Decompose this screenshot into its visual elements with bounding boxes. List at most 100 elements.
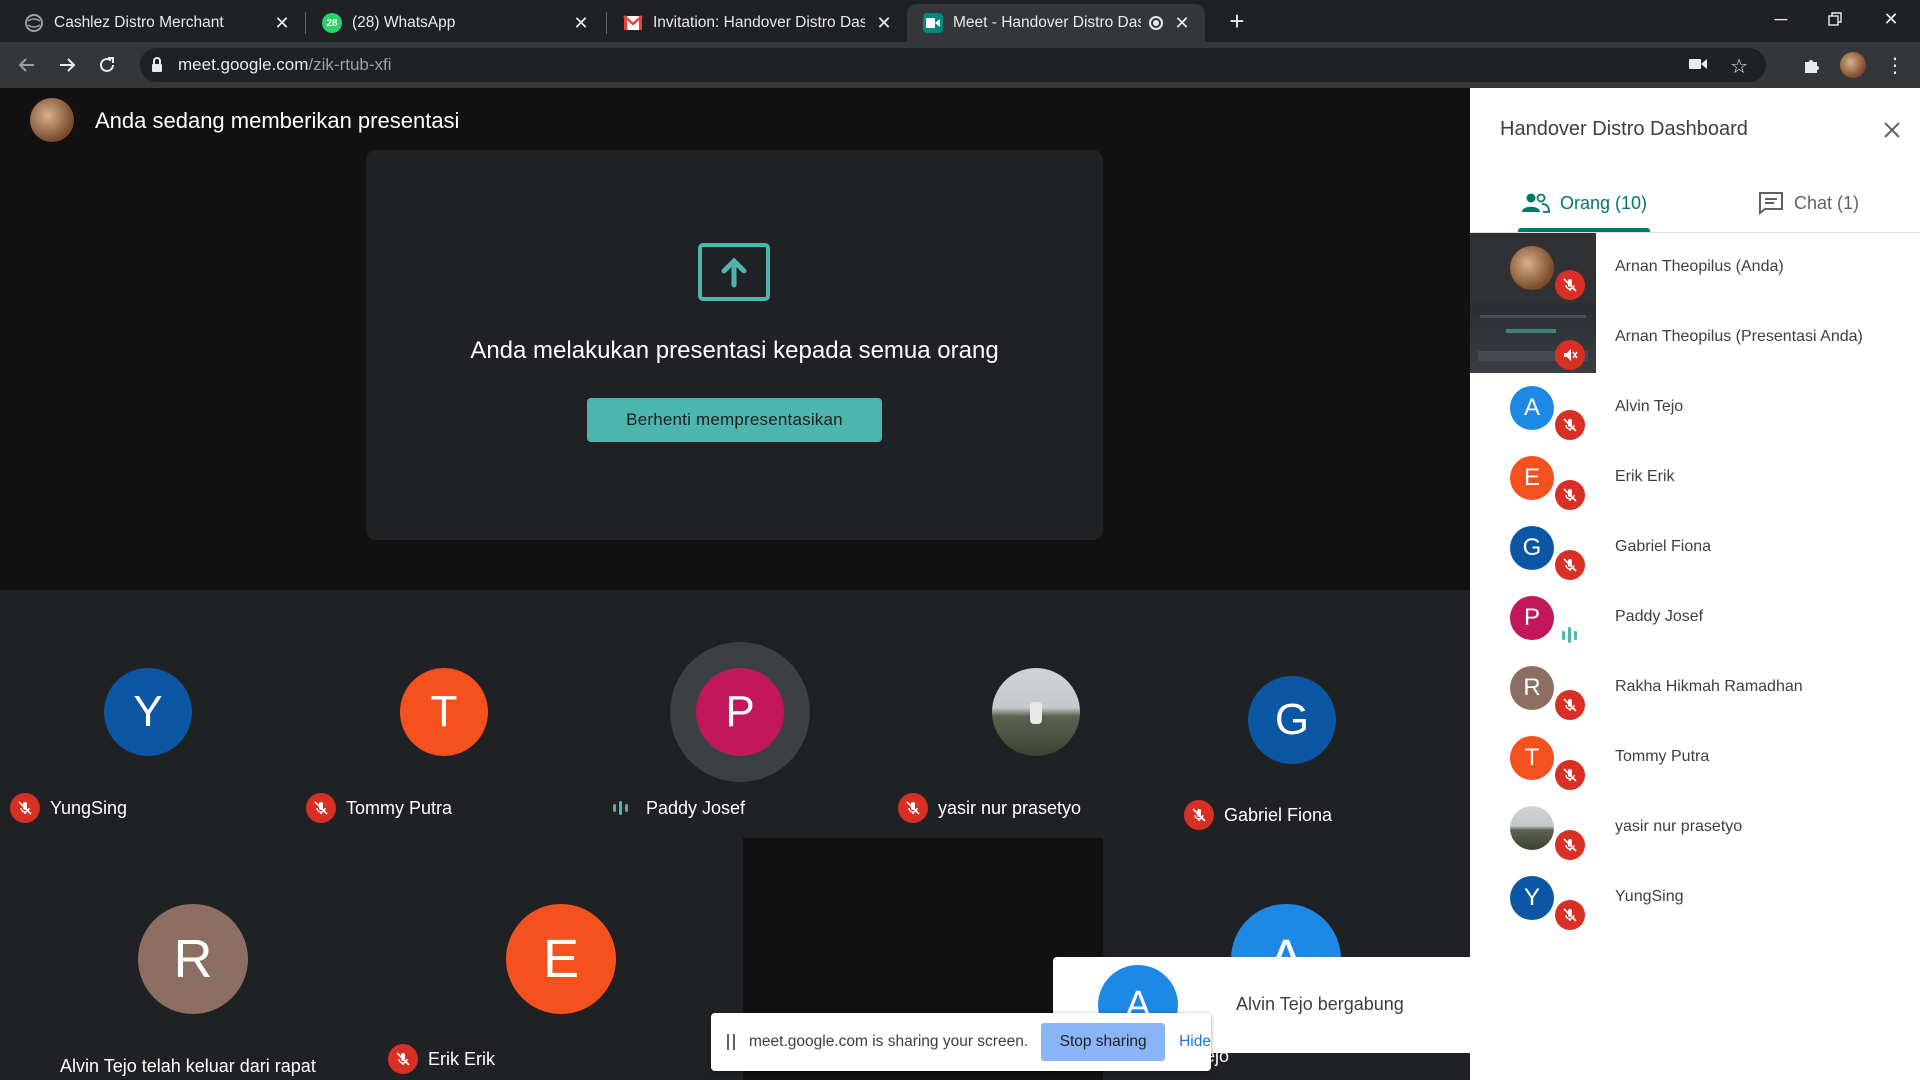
restore-icon[interactable] — [1806, 0, 1864, 38]
present-screen-icon — [698, 243, 770, 301]
forward-button[interactable] — [50, 48, 84, 82]
address-bar[interactable]: meet.google.com/zik-rtub-xfi ☆ — [140, 48, 1766, 82]
people-icon — [1520, 192, 1550, 214]
camera-icon[interactable] — [1688, 56, 1708, 77]
lock-icon — [150, 56, 164, 79]
participant-tile[interactable]: yasir nur prasetyo — [888, 590, 1184, 838]
tab-meet[interactable]: Meet - Handover Distro Dashb ✕ — [907, 4, 1205, 42]
tab-close-icon[interactable]: ✕ — [273, 13, 291, 34]
participant-avatar: G — [1248, 676, 1336, 764]
participant-avatar — [1510, 246, 1554, 290]
globe-icon — [24, 13, 44, 33]
presentation-card: Anda melakukan presentasi kepada semua o… — [366, 150, 1103, 540]
tab-chat[interactable]: Chat (1) — [1758, 178, 1859, 228]
participant-tile[interactable]: P Paddy Josef — [592, 590, 888, 838]
tab-whatsapp[interactable]: 28 (28) WhatsApp ✕ — [306, 4, 604, 42]
participant-name: Arnan Theopilus (Anda) — [1615, 258, 1784, 275]
window-close-icon[interactable]: ✕ — [1862, 0, 1920, 38]
participant-avatar: T — [1510, 736, 1554, 780]
tab-label: (28) WhatsApp — [352, 14, 456, 31]
mic-off-icon — [1555, 480, 1585, 510]
stop-presenting-button[interactable]: Berhenti mempresentasikan — [587, 398, 882, 442]
participant-avatar: A — [1510, 386, 1554, 430]
tab-close-icon[interactable]: ✕ — [1173, 13, 1191, 34]
gmail-icon — [623, 13, 643, 33]
participant-tile[interactable]: E Erik Erik — [380, 838, 743, 1080]
participant-avatar: Y — [104, 668, 192, 756]
participant-row[interactable]: Y YungSing — [1470, 863, 1920, 933]
mic-off-icon — [306, 793, 336, 823]
tab-close-icon[interactable]: ✕ — [875, 13, 893, 34]
participant-name: Rakha Hikmah Ramadhan — [1615, 678, 1803, 695]
notification-text: Alvin Tejo bergabung — [1236, 994, 1404, 1014]
participant-avatar: E — [506, 904, 616, 1014]
new-tab-button[interactable]: + — [1222, 6, 1252, 37]
participant-row[interactable]: A Alvin Tejo — [1470, 373, 1920, 443]
chat-icon — [1758, 191, 1784, 215]
mic-off-icon — [898, 793, 928, 823]
participant-tile[interactable]: T Tommy Putra — [296, 590, 592, 838]
participant-row[interactable]: G Gabriel Fiona — [1470, 513, 1920, 583]
participant-row[interactable]: Arnan Theopilus (Presentasi Anda) — [1470, 303, 1920, 373]
tab-chat-label: Chat (1) — [1794, 192, 1860, 213]
participant-avatar: R — [1510, 666, 1554, 710]
participant-row[interactable]: Arnan Theopilus (Anda) — [1470, 233, 1920, 303]
participant-label: Paddy Josef — [606, 793, 745, 823]
participant-name: Paddy Josef — [646, 797, 746, 818]
whatsapp-badge: 28 — [326, 17, 338, 29]
back-button[interactable] — [10, 48, 44, 82]
tab-people[interactable]: Orang (10) — [1520, 178, 1647, 228]
participant-name: YungSing — [1615, 888, 1684, 905]
extensions-puzzle-icon[interactable] — [1797, 50, 1827, 80]
participant-name: Gabriel Fiona — [1615, 538, 1712, 555]
participant-row[interactable]: yasir nur prasetyo — [1470, 793, 1920, 863]
minimize-icon[interactable]: ─ — [1752, 0, 1810, 38]
browser-tab-strip: Cashlez Distro Merchant ✕ 28 (28) WhatsA… — [0, 0, 1920, 42]
participant-avatar: E — [1510, 456, 1554, 500]
mic-off-icon — [10, 793, 40, 823]
participant-row[interactable]: T Tommy Putra — [1470, 723, 1920, 793]
participant-label: YungSing — [10, 793, 127, 823]
participant-row[interactable]: E Erik Erik — [1470, 443, 1920, 513]
participant-avatar: P — [696, 668, 784, 756]
tab-cashlez[interactable]: Cashlez Distro Merchant ✕ — [0, 4, 305, 42]
participant-name: Erik Erik — [1615, 468, 1675, 485]
participant-avatar: G — [1510, 526, 1554, 570]
stop-sharing-button[interactable]: Stop sharing — [1041, 1023, 1166, 1061]
speaking-bars-icon — [606, 793, 636, 823]
participant-tile[interactable]: R Alvin Tejo telah keluar dari rapat — [10, 838, 380, 1080]
participant-photo — [992, 668, 1080, 756]
browser-menu-icon[interactable]: ⋮ — [1880, 50, 1910, 80]
mic-off-icon — [1555, 410, 1585, 440]
participant-name: Erik Erik — [428, 1048, 495, 1069]
tab-gmail-invitation[interactable]: Invitation: Handover Distro Dashbo ✕ — [607, 4, 907, 42]
volume-off-icon — [1555, 340, 1585, 370]
mic-off-icon — [1555, 830, 1585, 860]
participant-row[interactable]: R Rakha Hikmah Ramadhan — [1470, 653, 1920, 723]
presentation-area: Anda sedang memberikan presentasi Anda m… — [0, 88, 1470, 590]
mic-off-icon — [1555, 690, 1585, 720]
participant-row[interactable]: P Paddy Josef — [1470, 583, 1920, 653]
bookmark-star-icon[interactable]: ☆ — [1730, 54, 1748, 79]
reload-button[interactable] — [90, 48, 124, 82]
presenting-message: Anda melakukan presentasi kepada semua o… — [470, 337, 999, 364]
screen-share-bar: meet.google.com is sharing your screen. … — [711, 1013, 1211, 1071]
close-panel-icon[interactable] — [1874, 112, 1910, 148]
tab-label: Meet - Handover Distro Dashb — [953, 14, 1141, 31]
presenting-title: Anda sedang memberikan presentasi — [95, 108, 460, 133]
drag-handle-icon[interactable] — [727, 1034, 735, 1050]
participant-avatar: P — [1510, 596, 1554, 640]
hide-button[interactable]: Hide — [1179, 1033, 1211, 1051]
tab-label: Invitation: Handover Distro Dashbo — [653, 14, 865, 31]
tab-close-icon[interactable]: ✕ — [572, 13, 590, 34]
participant-left-notice: Alvin Tejo telah keluar dari rapat — [60, 1056, 316, 1076]
participant-name: yasir nur prasetyo — [1615, 818, 1743, 835]
participant-avatar: Y — [1510, 876, 1554, 920]
mic-off-icon — [1184, 800, 1214, 830]
participant-tile[interactable]: G Gabriel Fiona — [1184, 590, 1440, 838]
participant-name: Alvin Tejo — [1615, 398, 1684, 415]
participant-label: Tommy Putra — [306, 793, 452, 823]
participant-tile[interactable]: Y YungSing — [0, 590, 296, 838]
profile-avatar[interactable] — [1838, 50, 1868, 80]
whatsapp-icon: 28 — [322, 13, 342, 33]
